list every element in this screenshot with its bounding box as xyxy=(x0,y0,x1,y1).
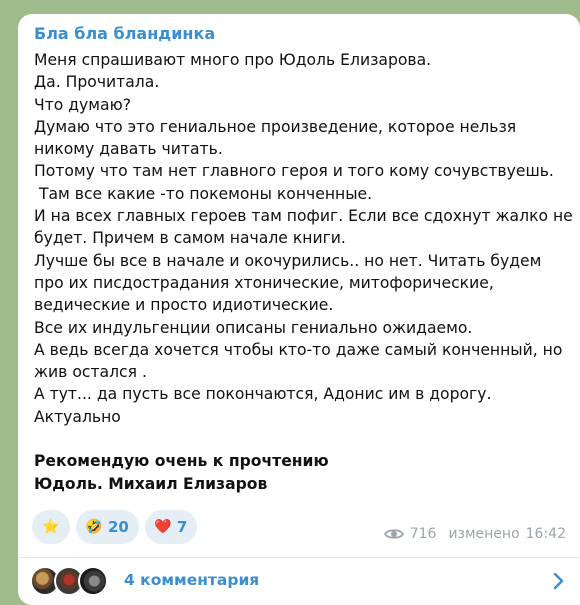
edited-label: изменено xyxy=(448,526,520,542)
message-line: Актуально xyxy=(34,407,121,426)
channel-name[interactable]: Бла бла бландинка xyxy=(34,24,215,43)
chevron-right-icon xyxy=(553,572,564,590)
message-meta: 716 изменено 16:42 xyxy=(383,526,566,542)
message-line: жив остался . xyxy=(34,363,147,382)
message-bold-line: Юдоль. Михаил Елизаров xyxy=(34,474,268,493)
message-line: Меня спрашивают много про Юдоль Елизаров… xyxy=(34,51,432,69)
message-line: ведические и просто идиотические. xyxy=(34,296,334,315)
reaction-rofl[interactable]: 🤣 20 xyxy=(76,510,139,544)
message-line: Все их индульгенции описаны гениально ож… xyxy=(34,318,473,337)
message-line: Что думаю? xyxy=(34,95,132,114)
message-line: А ведь всегда хочется чтобы кто-то даже … xyxy=(34,340,563,359)
message-line: Потому что там нет главного героя и того… xyxy=(34,162,554,181)
comments-button[interactable]: 4 комментария xyxy=(18,558,580,605)
message-line: Да. Прочитала. xyxy=(34,73,160,92)
message-line: будет. Причем в самом начале книги. xyxy=(34,229,346,248)
comments-label: 4 комментария xyxy=(124,571,260,589)
rofl-icon: 🤣 xyxy=(85,519,103,535)
message-bold-line: Рекомендую очень к прочтению xyxy=(34,452,329,471)
message-line: Лучше бы все в начале и окочурились.. но… xyxy=(34,251,542,270)
avatar xyxy=(78,566,108,596)
reactions-bar: ⭐ 🤣 20 ❤️ 7 xyxy=(32,510,198,544)
views-count: 716 xyxy=(409,526,437,542)
message-line: И на всех главных героев там пофиг. Если… xyxy=(34,207,573,226)
message-time: 16:42 xyxy=(525,526,566,542)
reaction-count: 20 xyxy=(108,518,129,536)
star-icon: ⭐ xyxy=(42,519,60,535)
message-bubble: Бла бла бландинка Меня спрашивают много … xyxy=(18,14,580,605)
message-line: Думаю что это гениальное произведение, к… xyxy=(34,117,517,136)
message-line: про их писдострадания хтонические, митоф… xyxy=(34,273,494,292)
eye-icon xyxy=(383,529,404,539)
message-text: Меня спрашивают много про Юдоль Елизаров… xyxy=(34,49,574,495)
reaction-star[interactable]: ⭐ xyxy=(32,510,70,544)
reaction-count: 7 xyxy=(176,518,188,536)
heart-icon: ❤️ xyxy=(154,519,172,535)
message-line: Там все какие -то покемоны конченные. xyxy=(34,184,373,203)
message-line: никому давать читать. xyxy=(34,140,223,159)
reaction-heart[interactable]: ❤️ 7 xyxy=(144,510,198,544)
commenter-avatars xyxy=(30,566,112,596)
message-line: А тут... да пусть все покончаются, Адони… xyxy=(34,385,492,404)
